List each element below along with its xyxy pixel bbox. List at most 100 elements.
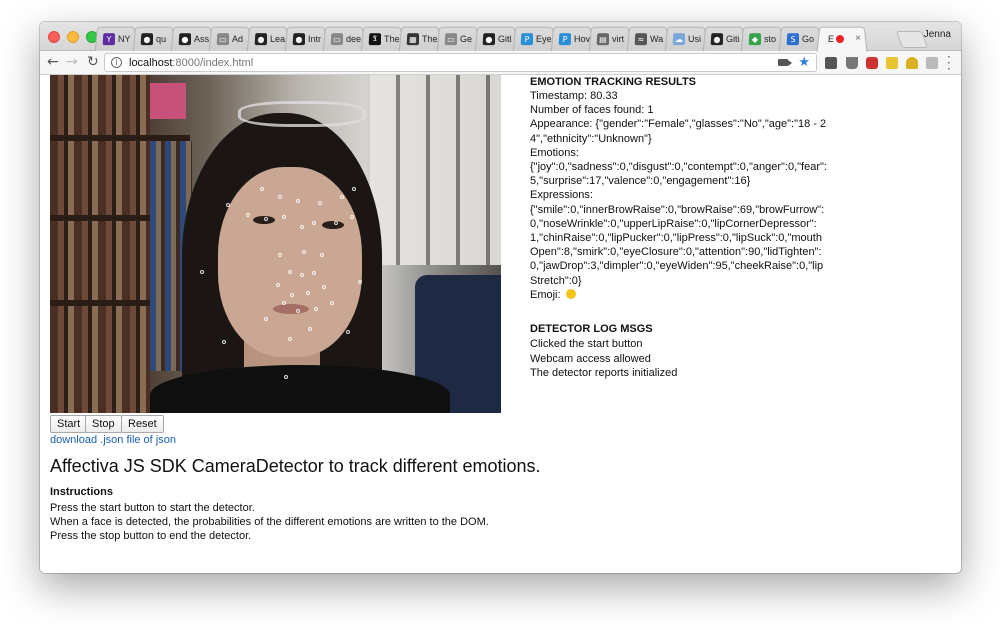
tab-title: The xyxy=(383,34,400,45)
extension-lamp-icon[interactable] xyxy=(906,57,918,69)
restroom-sign xyxy=(150,83,186,119)
tab-title: NY xyxy=(117,34,131,45)
tab-strip: Y NY ● qu ● Ass ▭ Ad ● Lea ● Intr ▭ dee 𝕿 The ▦ The ▭ Ge ● Gi… xyxy=(40,22,961,52)
page-title: Affectiva JS SDK CameraDetector to track… xyxy=(50,456,541,476)
close-window-button[interactable] xyxy=(48,31,60,43)
minimize-window-button[interactable] xyxy=(67,31,79,43)
browser-tab[interactable]: 𝕿 The xyxy=(360,26,404,52)
browser-tab[interactable]: ● Gitl xyxy=(474,26,518,52)
reset-button[interactable]: Reset xyxy=(121,415,164,433)
tab-title: Hov xyxy=(573,34,591,45)
facial-landmark-point xyxy=(340,195,344,199)
tab-title: Ge xyxy=(459,34,473,45)
instructions-heading: Instructions xyxy=(50,486,113,498)
browser-tab[interactable]: ● Giti xyxy=(702,26,746,52)
tab-title: Usi xyxy=(687,34,702,45)
facial-landmark-point xyxy=(308,327,312,331)
facial-landmark-point xyxy=(284,375,288,379)
emoji-row: Emoji: xyxy=(530,288,830,302)
log-message: Webcam access allowed xyxy=(530,352,651,365)
github-icon: ● xyxy=(482,33,496,46)
browser-tab[interactable]: P Eye xyxy=(512,26,556,52)
browser-tab[interactable]: S Go xyxy=(778,26,822,52)
url-host: localhost xyxy=(129,57,173,69)
browser-tab[interactable]: ▭ dee xyxy=(322,26,366,52)
browser-tab[interactable]: ▭ Ad xyxy=(208,26,252,52)
browser-tab[interactable]: ● qu xyxy=(132,26,176,52)
tab-title: virt xyxy=(611,34,625,45)
browser-tab[interactable]: ● Lea xyxy=(246,26,290,52)
facial-landmark-point xyxy=(296,199,300,203)
download-json-link[interactable]: download .json file of json xyxy=(50,434,176,446)
instruction-line: Press the stop button to end the detecto… xyxy=(50,530,252,542)
browser-tab[interactable]: E × xyxy=(816,26,868,52)
extension-yellow-icon[interactable] xyxy=(886,57,898,69)
facial-landmark-point xyxy=(264,217,268,221)
facial-landmark-point xyxy=(200,270,204,274)
webcam-video-feed xyxy=(50,75,501,413)
browser-tab[interactable]: ● Intr xyxy=(284,26,328,52)
url-text[interactable]: localhost:8000/index.html xyxy=(129,57,253,69)
facial-landmark-point xyxy=(300,225,304,229)
log-heading: DETECTOR LOG MSGS xyxy=(530,323,653,335)
expressions-json: {"smile":0,"innerBrowRaise":0,"browRaise… xyxy=(530,203,825,287)
facial-landmark-point xyxy=(222,340,226,344)
reload-icon[interactable]: ↻ xyxy=(87,54,99,70)
facial-landmark-point xyxy=(302,250,306,254)
info-icon[interactable]: i xyxy=(111,57,122,68)
menu-kebab-icon[interactable]: · · · xyxy=(947,51,951,75)
document-icon: ▭ xyxy=(444,33,458,46)
camera-in-use-icon[interactable] xyxy=(778,59,792,66)
tab-title: Go xyxy=(801,34,815,45)
results-panel: EMOTION TRACKING RESULTS Timestamp: 80.3… xyxy=(530,75,830,302)
browser-tab[interactable]: ☁ Usi xyxy=(664,26,708,52)
soundwave-icon: ≈ xyxy=(634,33,648,46)
browser-tab[interactable]: ▦ The xyxy=(398,26,442,52)
browser-tab[interactable]: ▭ Ge xyxy=(436,26,480,52)
yahoo-icon: Y xyxy=(102,33,116,46)
facial-landmark-point xyxy=(276,283,280,287)
facial-landmark-point xyxy=(314,307,318,311)
close-tab-icon[interactable]: × xyxy=(855,33,862,44)
extension-gray-icon[interactable] xyxy=(926,57,938,69)
back-arrow-icon[interactable]: ← xyxy=(47,54,59,70)
browser-toolbar: ← → ↻ i localhost:8000/index.html ★ · · · xyxy=(40,51,961,75)
facial-landmark-point xyxy=(330,301,334,305)
detector-log-panel: DETECTOR LOG MSGS Clicked the start butt… xyxy=(530,322,830,381)
browser-tab[interactable]: ▤ virt xyxy=(588,26,632,52)
github-icon: ● xyxy=(710,33,724,46)
forward-arrow-icon[interactable]: → xyxy=(66,54,78,70)
browser-window: Y NY ● qu ● Ass ▭ Ad ● Lea ● Intr ▭ dee 𝕿 The ▦ The ▭ Ge ● Gi… xyxy=(40,22,961,573)
tab-title: The xyxy=(421,34,438,45)
facial-landmark-point xyxy=(312,221,316,225)
browser-tab[interactable]: ● Ass xyxy=(170,26,214,52)
browser-tab[interactable]: P Hov xyxy=(550,26,594,52)
right-eye xyxy=(322,221,344,229)
background-window xyxy=(370,75,501,265)
tab-title: dee xyxy=(345,34,362,45)
bookshelf-left xyxy=(50,75,150,413)
facial-landmark-point xyxy=(358,280,362,284)
tab-title: Ass xyxy=(193,34,210,45)
bookmark-star-icon[interactable]: ★ xyxy=(798,55,810,70)
emotions-json: {"joy":0,"sadness":0,"disgust":0,"contem… xyxy=(530,161,827,188)
profile-name[interactable]: Jenna xyxy=(924,29,951,40)
browser-tab[interactable]: ◆ sto xyxy=(740,26,784,52)
url-path: :8000/index.html xyxy=(172,57,254,69)
ublock-icon[interactable] xyxy=(866,57,878,69)
mouth xyxy=(273,304,309,314)
diamond-logo-icon: ◆ xyxy=(748,33,762,46)
facial-landmark-point xyxy=(300,273,304,277)
emoji-label: Emoji: xyxy=(530,288,561,301)
pocket-icon[interactable] xyxy=(846,57,858,69)
address-bar[interactable]: i localhost:8000/index.html ★ xyxy=(104,53,817,72)
tab-title: E xyxy=(827,34,835,45)
start-button[interactable]: Start xyxy=(50,415,88,433)
browser-tab[interactable]: ≈ Wa xyxy=(626,26,670,52)
browser-tab[interactable]: Y NY xyxy=(94,26,138,52)
stop-button[interactable]: Stop xyxy=(85,415,122,433)
nyt-icon: 𝕿 xyxy=(368,33,382,46)
extension-icon[interactable] xyxy=(825,57,837,69)
facial-landmark-point xyxy=(288,270,292,274)
facial-landmark-point xyxy=(282,301,286,305)
